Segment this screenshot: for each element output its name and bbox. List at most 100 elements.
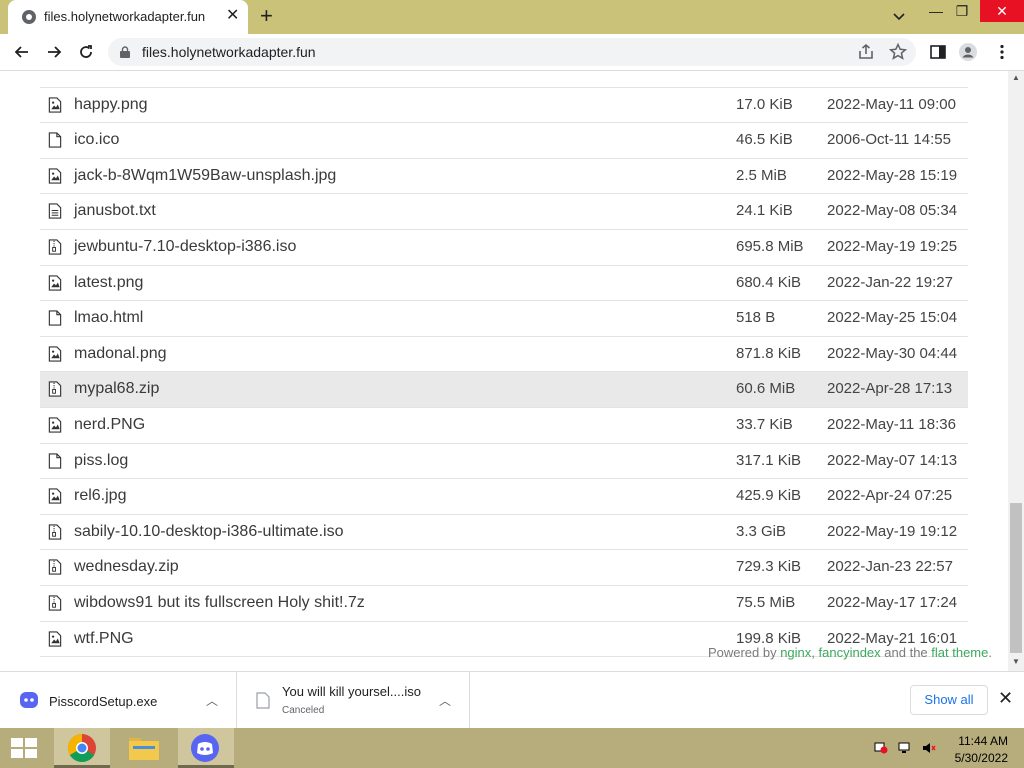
tab-close-icon[interactable]: ✕ bbox=[226, 7, 239, 25]
file-name-link[interactable]: jewbuntu-7.10-desktop-i386.iso bbox=[74, 238, 296, 256]
side-panel-icon[interactable] bbox=[928, 42, 948, 62]
file-name-link[interactable]: lmao.html bbox=[74, 309, 143, 327]
nginx-link[interactable]: nginx bbox=[780, 645, 811, 660]
chevron-up-icon[interactable]: ︿ bbox=[206, 692, 218, 709]
file-name-link[interactable]: wibdows91 but its fullscreen Holy shit!.… bbox=[74, 594, 365, 612]
bookmark-star-icon[interactable] bbox=[888, 42, 908, 62]
browser-tab[interactable]: files.holynetworkadapter.fun ✕ bbox=[8, 0, 248, 34]
table-row[interactable]: madonal.png 871.8 KiB 2022-May-30 04:44 bbox=[40, 337, 968, 373]
table-row[interactable]: mypal68.zip 60.6 MiB 2022-Apr-28 17:13 bbox=[40, 372, 968, 408]
download-name: PisscordSetup.exe bbox=[49, 694, 158, 709]
file-size: 695.8 MiB bbox=[736, 237, 804, 255]
clock-date[interactable]: 5/30/2022 bbox=[952, 751, 1008, 765]
table-row[interactable]: piss.log 317.1 KiB 2022-May-07 14:13 bbox=[40, 444, 968, 480]
file-explorer-taskbar-button[interactable] bbox=[116, 728, 172, 768]
file-name-link[interactable]: latest.png bbox=[74, 274, 143, 292]
archive-file-icon bbox=[48, 559, 62, 575]
file-size: 24.1 KiB bbox=[736, 202, 793, 220]
table-row[interactable]: nerd.PNG 33.7 KiB 2022-May-11 18:36 bbox=[40, 408, 968, 444]
page-content: jpg happy.png 17.0 KiB 2022-May-11 09:00 ic… bbox=[0, 71, 1008, 671]
file-name-link[interactable]: wtf.PNG bbox=[74, 630, 134, 648]
file-name-link[interactable]: happy.png bbox=[74, 96, 148, 114]
flat-theme-link[interactable]: flat theme bbox=[931, 645, 988, 660]
folder-icon bbox=[129, 738, 159, 760]
file-name-link[interactable]: mypal68.zip bbox=[74, 380, 159, 398]
address-bar[interactable]: files.holynetworkadapter.fun bbox=[108, 38, 916, 66]
restore-icon[interactable]: ❐ bbox=[940, 0, 984, 22]
table-row[interactable]: jewbuntu-7.10-desktop-i386.iso 695.8 MiB 2… bbox=[40, 230, 968, 266]
tab-search-icon[interactable] bbox=[890, 8, 908, 26]
file-name-link[interactable]: wednesday.zip bbox=[74, 558, 179, 576]
scroll-up-icon[interactable]: ▲ bbox=[1012, 73, 1020, 82]
new-tab-icon[interactable]: + bbox=[260, 4, 273, 28]
network-warning-icon[interactable] bbox=[874, 742, 888, 754]
file-date: 2022-Apr-24 07:25 bbox=[827, 487, 953, 505]
file-name-link[interactable]: piss.log bbox=[74, 452, 128, 470]
table-row[interactable]: happy.png 17.0 KiB 2022-May-11 09:00 bbox=[40, 88, 968, 124]
table-row[interactable]: lmao.html 518 B 2022-May-25 15:04 bbox=[40, 301, 968, 337]
file-name-link[interactable]: rel6.jpg bbox=[74, 487, 126, 505]
scrollbar[interactable]: ▲ ▼ bbox=[1008, 71, 1024, 671]
file-name-link[interactable]: nerd.PNG bbox=[74, 416, 145, 434]
file-date: 2022-Jan-23 22:57 bbox=[827, 558, 953, 576]
discord-taskbar-button[interactable] bbox=[178, 728, 234, 768]
file-date: 2006-Oct-11 14:55 bbox=[827, 131, 951, 149]
profile-avatar-icon[interactable] bbox=[958, 42, 978, 62]
download-item[interactable]: You will kill yoursel....iso Canceled ︿ bbox=[236, 672, 470, 729]
archive-file-icon bbox=[48, 239, 62, 255]
discord-icon bbox=[20, 692, 38, 708]
discord-icon bbox=[191, 734, 219, 762]
image-file-icon bbox=[48, 168, 62, 184]
file-name-link[interactable]: madonal.png bbox=[74, 345, 167, 363]
archive-file-icon bbox=[48, 595, 62, 611]
table-row[interactable]: wednesday.zip 729.3 KiB 2022-Jan-23 22:57 bbox=[40, 550, 968, 586]
file-name-link[interactable]: ico.ico bbox=[74, 131, 119, 149]
scroll-down-icon[interactable]: ▼ bbox=[1012, 657, 1020, 666]
file-size: 75.5 MiB bbox=[736, 593, 796, 611]
text-file-icon bbox=[48, 203, 62, 219]
table-row[interactable]: jack-b-8Wqm1W59Baw-unsplash.jpg 2.5 MiB 20… bbox=[40, 159, 968, 195]
file-date: 2022-May-11 18:36 bbox=[827, 415, 956, 433]
share-icon[interactable] bbox=[856, 42, 876, 62]
download-item[interactable]: PisscordSetup.exe ︿ bbox=[0, 672, 237, 729]
url-text[interactable]: files.holynetworkadapter.fun bbox=[142, 44, 316, 60]
reload-icon[interactable] bbox=[76, 42, 96, 62]
fancyindex-link[interactable]: fancyindex bbox=[819, 645, 881, 660]
forward-icon[interactable] bbox=[44, 42, 64, 62]
scroll-thumb[interactable] bbox=[1010, 503, 1022, 653]
globe-icon bbox=[22, 10, 36, 24]
table-row: jpg bbox=[40, 71, 968, 88]
file-name-link[interactable]: janusbot.txt bbox=[74, 202, 156, 220]
clock-time[interactable]: 11:44 AM bbox=[952, 734, 1008, 748]
file-size: 199.8 KiB bbox=[736, 629, 802, 647]
window-close-icon[interactable]: ✕ bbox=[980, 0, 1024, 22]
download-shelf: PisscordSetup.exe ︿ You will kill yourse… bbox=[0, 671, 1024, 729]
download-name: You will kill yoursel....iso bbox=[282, 684, 421, 699]
network-icon[interactable] bbox=[898, 742, 912, 754]
file-name-link[interactable]: sabily-10.10-desktop-i386-ultimate.iso bbox=[74, 523, 343, 541]
file-size: 871.8 KiB bbox=[736, 344, 802, 362]
table-row[interactable]: janusbot.txt 24.1 KiB 2022-May-08 05:34 bbox=[40, 194, 968, 230]
file-icon bbox=[256, 692, 270, 709]
chrome-icon bbox=[68, 734, 96, 762]
file-name-link[interactable]: jack-b-8Wqm1W59Baw-unsplash.jpg bbox=[74, 167, 336, 185]
back-icon[interactable] bbox=[12, 42, 32, 62]
table-row[interactable]: ico.ico 46.5 KiB 2006-Oct-11 14:55 bbox=[40, 123, 968, 159]
close-icon[interactable]: ✕ bbox=[998, 688, 1013, 709]
chrome-taskbar-button[interactable] bbox=[54, 728, 110, 768]
lock-icon[interactable] bbox=[120, 46, 130, 58]
file-size: 60.6 MiB bbox=[736, 380, 796, 398]
table-row[interactable]: rel6.jpg 425.9 KiB 2022-Apr-24 07:25 bbox=[40, 479, 968, 515]
table-row[interactable]: wibdows91 but its fullscreen Holy shit!.… bbox=[40, 586, 968, 622]
file-size: 3.3 GiB bbox=[736, 522, 787, 540]
chevron-up-icon[interactable]: ︿ bbox=[439, 692, 451, 709]
windows-start-icon[interactable] bbox=[10, 736, 38, 760]
show-all-button[interactable]: Show all bbox=[910, 685, 988, 715]
table-row[interactable]: sabily-10.10-desktop-i386-ultimate.iso 3.… bbox=[40, 515, 968, 551]
file-size: 317.1 KiB bbox=[736, 451, 802, 469]
volume-muted-icon[interactable] bbox=[922, 742, 936, 754]
menu-kebab-icon[interactable] bbox=[992, 42, 1012, 62]
table-row[interactable]: latest.png 680.4 KiB 2022-Jan-22 19:27 bbox=[40, 266, 968, 302]
image-file-icon bbox=[48, 417, 62, 433]
taskbar: 11:44 AM 5/30/2022 bbox=[0, 728, 1024, 768]
